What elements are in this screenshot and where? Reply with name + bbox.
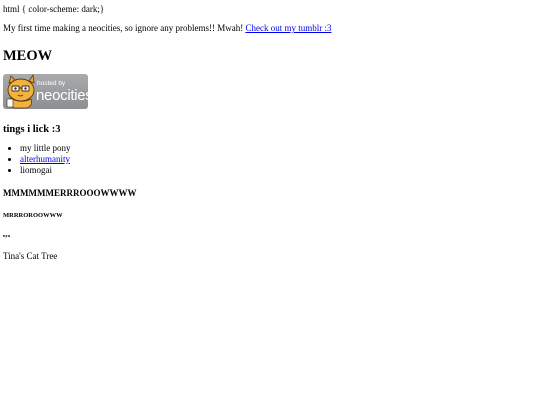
like-item-my-little-pony: my little pony xyxy=(20,142,71,153)
page-content: html { color-scheme: dark;} My first tim… xyxy=(3,4,537,262)
likes-heading: tings i lick :3 xyxy=(3,123,61,135)
neocities-cat-icon xyxy=(6,73,35,109)
list-item: my little pony xyxy=(20,143,537,154)
tumblr-link[interactable]: Check out my tumblr :3 xyxy=(245,23,331,33)
intro-text: My first time making a neocities, so ign… xyxy=(3,23,244,34)
like-item-alterhumanity-link[interactable]: alterhumanity xyxy=(20,154,70,164)
page-title: MEOW xyxy=(3,47,53,64)
neocities-badge[interactable]: hosted by neocities xyxy=(3,73,88,109)
meow-heading: MMMMMMERRROOOWWWW xyxy=(3,187,137,198)
nya-heading: nya xyxy=(3,232,11,238)
mrr-heading: MRRROROOWWW xyxy=(3,211,63,219)
list-item: liomogai xyxy=(20,165,537,176)
cat-tree-text: Tina's Cat Tree xyxy=(3,250,58,261)
intro-paragraph: My first time making a neocities, so ign… xyxy=(3,23,537,34)
css-leak-text: html { color-scheme: dark;} xyxy=(3,4,105,14)
like-item-liomogai: liomogai xyxy=(20,165,52,176)
likes-list: my little pony alterhumanity liomogai xyxy=(3,143,537,177)
badge-neocities-text: neocities xyxy=(36,86,88,104)
list-item: alterhumanity xyxy=(20,154,537,165)
